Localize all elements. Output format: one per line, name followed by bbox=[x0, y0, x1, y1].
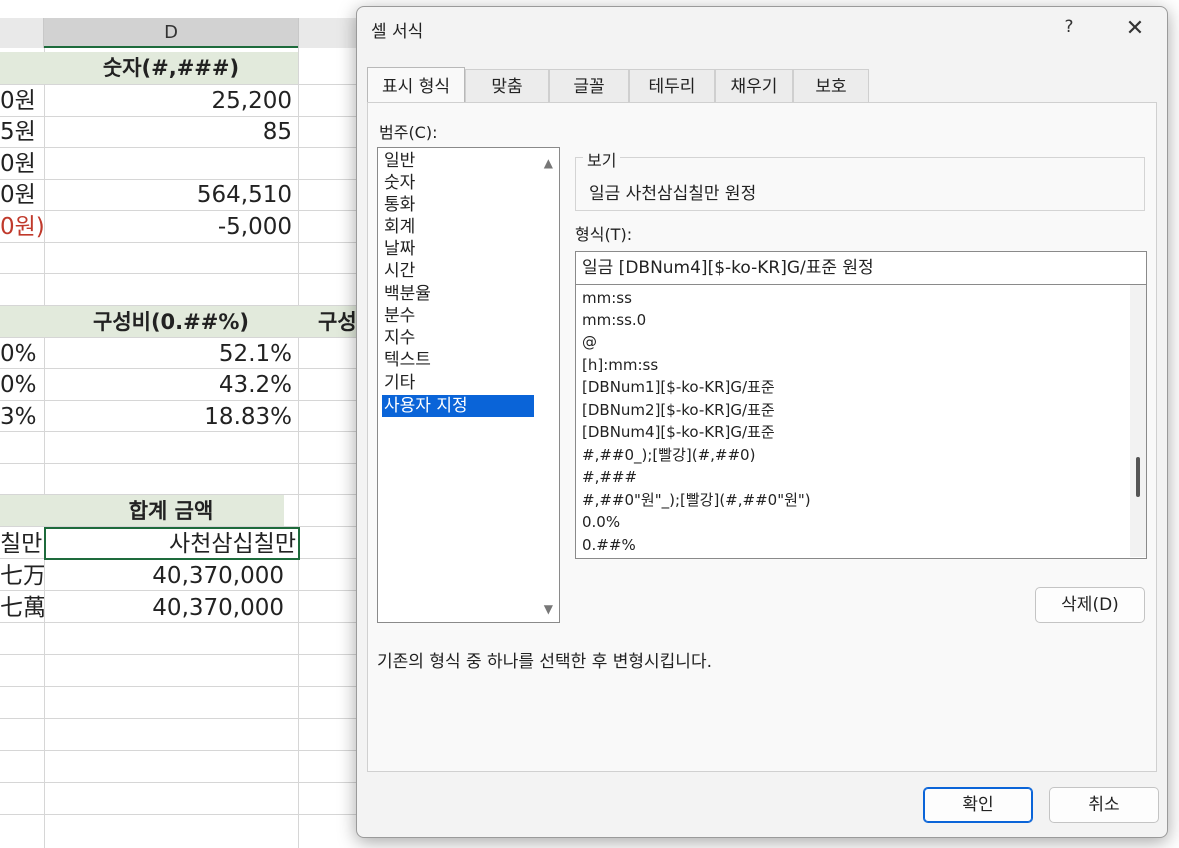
cell-value[interactable] bbox=[44, 149, 292, 179]
category-item[interactable]: 지수 bbox=[382, 327, 534, 349]
category-item[interactable]: 숫자 bbox=[382, 172, 534, 194]
category-item[interactable]: 통화 bbox=[382, 194, 534, 216]
format-item[interactable]: mm:ss.0 bbox=[582, 309, 646, 331]
category-item[interactable]: 일반 bbox=[382, 150, 534, 172]
category-item[interactable]: 텍스트 bbox=[382, 349, 534, 371]
cell-value[interactable]: 564,510 bbox=[44, 180, 292, 210]
cell-fragment[interactable]: 0원 bbox=[0, 86, 44, 116]
tab-number[interactable]: 표시 형식 bbox=[367, 67, 465, 103]
format-item[interactable]: #,##0_);[빨강](#,##0) bbox=[582, 444, 755, 466]
category-label: 범주(C): bbox=[379, 123, 438, 142]
grid-line bbox=[0, 242, 358, 243]
grid-line bbox=[0, 654, 358, 655]
grid-line bbox=[0, 84, 358, 85]
cell-fragment[interactable]: 칠만 bbox=[0, 529, 44, 559]
column-header-c[interactable] bbox=[0, 18, 44, 48]
tab-fill[interactable]: 채우기 bbox=[715, 69, 793, 103]
cell-value[interactable]: 43.2% bbox=[44, 370, 292, 400]
grid-line bbox=[0, 718, 358, 719]
format-label: 형식(T): bbox=[575, 225, 633, 244]
category-item[interactable]: 회계 bbox=[382, 216, 534, 238]
scroll-down-icon[interactable]: ▼ bbox=[544, 602, 553, 616]
tab-protection[interactable]: 보호 bbox=[793, 69, 869, 103]
cell-fragment[interactable]: 0원) bbox=[0, 212, 44, 242]
block1-header[interactable]: 숫자(#,###) bbox=[44, 53, 298, 83]
format-item[interactable]: mm:ss bbox=[582, 287, 632, 309]
tab-alignment[interactable]: 맞춤 bbox=[465, 69, 549, 103]
category-item[interactable]: 백분율 bbox=[382, 283, 534, 305]
description-text: 기존의 형식 중 하나를 선택한 후 변형시킵니다. bbox=[377, 652, 712, 672]
category-item[interactable]: 날짜 bbox=[382, 238, 534, 260]
scroll-up-icon[interactable]: ▲ bbox=[544, 156, 553, 170]
cell-fragment[interactable]: 七萬 bbox=[0, 593, 44, 623]
tab-border[interactable]: 테두리 bbox=[629, 69, 715, 103]
format-item[interactable]: [h]:mm:ss bbox=[582, 354, 658, 376]
category-item[interactable]: 시간 bbox=[382, 260, 534, 282]
format-item[interactable]: #,##0"원"_);[빨강](#,##0"원") bbox=[582, 489, 811, 511]
block3-header[interactable]: 합계 금액 bbox=[44, 496, 298, 526]
cell-value[interactable]: 52.1% bbox=[44, 339, 292, 369]
category-list[interactable]: 일반 숫자 통화 회계 날짜 시간 백분율 분수 지수 텍스트 기타 사용자 지… bbox=[377, 147, 560, 623]
format-item[interactable]: 0.0% bbox=[582, 511, 620, 533]
format-item[interactable]: @ bbox=[582, 331, 597, 353]
help-button[interactable]: ? bbox=[1057, 15, 1081, 39]
tab-font[interactable]: 글꼴 bbox=[549, 69, 629, 103]
column-header-d[interactable]: D bbox=[44, 18, 298, 48]
grid-line bbox=[0, 337, 358, 338]
grid-line bbox=[0, 273, 358, 274]
column-header-e[interactable] bbox=[298, 18, 358, 48]
cell-value[interactable]: -5,000 bbox=[44, 212, 292, 242]
cell-value[interactable]: 사천삼십칠만 bbox=[44, 529, 296, 559]
cancel-button[interactable]: 취소 bbox=[1049, 787, 1159, 823]
format-list[interactable]: mm:ss mm:ss.0 @ [h]:mm:ss [DBNum1][$-ko-… bbox=[575, 285, 1147, 559]
delete-button[interactable]: 삭제(D) bbox=[1035, 587, 1145, 623]
format-list-scrollbar[interactable] bbox=[1130, 285, 1146, 557]
ok-button[interactable]: 확인 bbox=[923, 787, 1033, 823]
grid-line bbox=[298, 48, 299, 848]
format-code-input[interactable]: 일금 [DBNum4][$-ko-KR]G/표준 원정 bbox=[575, 251, 1147, 285]
grid-line bbox=[0, 147, 358, 148]
block2-header[interactable]: 구성비(0.##%) bbox=[44, 307, 298, 337]
cell-fragment[interactable]: 0% bbox=[0, 339, 44, 369]
grid-line bbox=[0, 782, 358, 783]
cell-fragment[interactable]: 0% bbox=[0, 370, 44, 400]
preview-value: 일금 사천삼십칠만 원정 bbox=[589, 184, 757, 204]
preview-label: 보기 bbox=[583, 147, 621, 171]
cell-value[interactable]: 85 bbox=[44, 117, 292, 147]
format-item[interactable]: #,### bbox=[582, 466, 637, 488]
block2-right-header[interactable]: 구성 bbox=[318, 307, 358, 337]
format-item[interactable]: 0.##% bbox=[582, 534, 636, 556]
cell-value[interactable]: 40,370,000 bbox=[44, 561, 284, 591]
grid-line bbox=[0, 814, 358, 815]
format-item[interactable]: [DBNum2][$-ko-KR]G/표준 bbox=[582, 399, 775, 421]
cell-fragment[interactable]: 0원 bbox=[0, 180, 44, 210]
cell-value[interactable]: 25,200 bbox=[44, 86, 292, 116]
cell-fragment[interactable]: 5원 bbox=[0, 117, 44, 147]
cell-fragment[interactable]: 3% bbox=[0, 402, 44, 432]
dialog-title: 셀 서식 bbox=[371, 22, 424, 42]
cell-value[interactable]: 40,370,000 bbox=[44, 593, 284, 623]
grid-line bbox=[0, 686, 358, 687]
grid-line bbox=[0, 400, 358, 401]
cell-fragment[interactable]: 0원 bbox=[0, 149, 44, 179]
scrollbar-thumb[interactable] bbox=[1136, 457, 1140, 497]
close-icon[interactable]: ✕ bbox=[1121, 15, 1149, 43]
category-item[interactable]: 분수 bbox=[382, 305, 534, 327]
category-item-selected[interactable]: 사용자 지정 bbox=[382, 395, 534, 417]
cell-fragment[interactable]: 七万 bbox=[0, 561, 44, 591]
format-item[interactable]: [DBNum4][$-ko-KR]G/표준 bbox=[582, 421, 775, 443]
format-item[interactable]: [DBNum1][$-ko-KR]G/표준 bbox=[582, 376, 775, 398]
category-item[interactable]: 기타 bbox=[382, 372, 534, 394]
grid-line bbox=[0, 750, 358, 751]
grid-line bbox=[0, 210, 358, 211]
cell-value[interactable]: 18.83% bbox=[44, 402, 292, 432]
format-cells-dialog: 셀 서식 ? ✕ 표시 형식 맞춤 글꼴 테두리 채우기 보호 범주(C): 일… bbox=[356, 6, 1168, 838]
grid-line bbox=[0, 463, 358, 464]
